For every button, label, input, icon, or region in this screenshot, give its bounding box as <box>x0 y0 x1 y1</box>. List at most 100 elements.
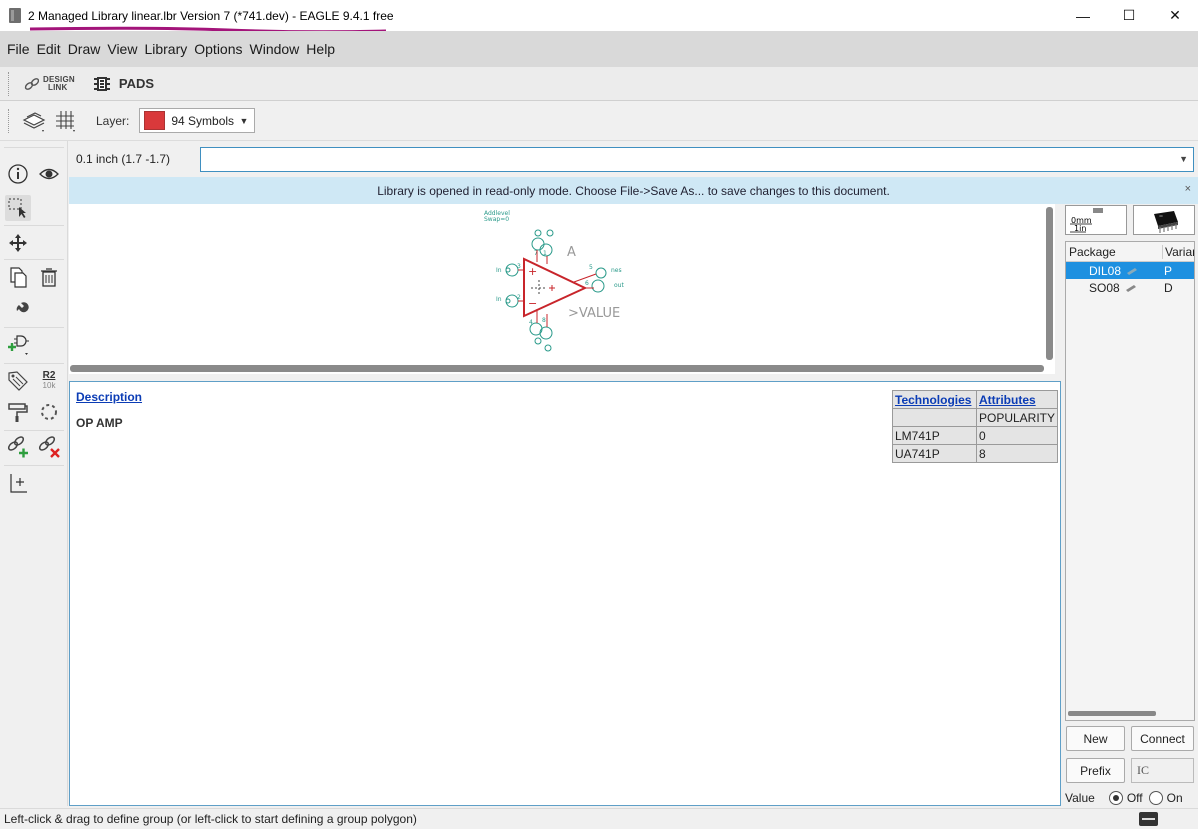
value-tool[interactable]: R2 10k <box>36 367 62 393</box>
command-line-input[interactable]: ▼ <box>200 146 1194 172</box>
link-icon <box>24 77 40 90</box>
svg-text:1: 1 <box>543 250 547 257</box>
menu-draw[interactable]: Draw <box>65 41 104 57</box>
value-off-radio[interactable] <box>1108 791 1123 805</box>
banner-text: Library is opened in read-only mode. Cho… <box>377 183 890 198</box>
group-select-icon <box>8 198 26 218</box>
prefix-field[interactable]: IC <box>1131 758 1194 783</box>
read-only-banner: Library is opened in read-only mode. Cho… <box>69 177 1198 204</box>
package-list-scrollbar[interactable] <box>1068 711 1156 716</box>
show-tool[interactable] <box>36 161 62 187</box>
add-tool[interactable] <box>5 332 31 358</box>
package-list: Package Variant DIL08 P SO08 D <box>1065 241 1195 721</box>
chevron-down-icon[interactable]: ▼ <box>1179 154 1188 164</box>
table-cell: LM741P <box>892 426 977 445</box>
attributes-header[interactable]: Attributes <box>975 390 1059 409</box>
toolbar-grip-2 <box>8 108 10 133</box>
menu-help[interactable]: Help <box>303 41 338 57</box>
layer-dropdown[interactable]: 94 Symbols ▼ <box>139 108 256 133</box>
prefix-button[interactable]: Prefix <box>1066 758 1125 783</box>
layer-label: Layer: <box>96 113 130 128</box>
package-row-so08[interactable]: SO08 D <box>1066 279 1194 296</box>
package-3d-preview[interactable] <box>1133 205 1195 235</box>
menu-options[interactable]: Options <box>191 41 245 57</box>
toolbox-separator <box>4 327 64 328</box>
coordinate-readout: 0.1 inch (1.7 -1.7) <box>76 152 171 166</box>
connect-tool[interactable] <box>5 434 31 460</box>
pads-label: PADS <box>118 76 155 91</box>
delete-tool[interactable] <box>36 264 62 290</box>
package-name: DIL08 <box>1089 263 1122 278</box>
description-text: OP AMP <box>76 416 123 430</box>
table-cell <box>892 408 977 427</box>
chip-icon <box>93 76 110 91</box>
mark-tool[interactable] <box>5 470 31 496</box>
pads-button[interactable]: PADS <box>93 75 154 93</box>
package-column-header[interactable]: Package <box>1066 245 1162 259</box>
copy-tool[interactable] <box>5 264 31 290</box>
info-tool[interactable] <box>5 161 31 187</box>
maximize-button[interactable]: ☐ <box>1106 0 1152 31</box>
layer-settings-button[interactable] <box>20 107 48 135</box>
rotate-tool[interactable] <box>36 399 62 425</box>
mm-inch-icon: 0mm 1in <box>1070 208 1103 233</box>
grid-icon <box>56 110 75 132</box>
toolbox-separator <box>4 259 64 260</box>
symbol-value-label: >VALUE <box>568 306 620 321</box>
grid-button[interactable] <box>52 107 80 135</box>
technologies-header[interactable]: Technologies <box>892 390 977 409</box>
menu-file[interactable]: File <box>4 41 33 57</box>
package-chip-icon <box>1125 284 1136 292</box>
package-row-dil08[interactable]: DIL08 P <box>1066 262 1194 279</box>
tool-palette: R2 10k <box>0 141 68 806</box>
add-part-icon <box>8 335 29 355</box>
package-panel: 0mm 1in Package Variant DIL08 P SO08 D <box>1061 204 1198 806</box>
toolbox-separator <box>4 363 64 364</box>
r2-value-icon: 10k <box>42 380 56 390</box>
value-on-label: On <box>1166 791 1183 805</box>
change-tool[interactable] <box>5 297 31 323</box>
symbol-preview-canvas[interactable]: Addlevel Swap=0 In In nes out 56 32 71 48 <box>69 204 1055 374</box>
move-tool[interactable] <box>5 230 31 256</box>
title-bar: 2 Managed Library linear.lbr Version 7 (… <box>0 0 1198 34</box>
menu-window[interactable]: Window <box>247 41 303 57</box>
close-button[interactable]: ✕ <box>1152 0 1198 31</box>
minimize-button[interactable]: — <box>1060 0 1106 31</box>
connect-button[interactable]: Connect <box>1131 726 1194 751</box>
symbol-name-label: A <box>567 245 576 260</box>
package-unit-preview[interactable]: 0mm 1in <box>1065 205 1127 235</box>
package-variant: P <box>1164 263 1173 278</box>
origin-mark-icon <box>10 474 27 493</box>
group-tool[interactable] <box>5 195 31 221</box>
table-row[interactable]: LM741P 0 <box>892 426 1059 445</box>
command-row: 0.1 inch (1.7 -1.7) ▼ <box>69 141 1198 177</box>
menu-edit[interactable]: Edit <box>34 41 64 57</box>
layer-color-swatch <box>144 111 166 130</box>
horizontal-scrollbar[interactable] <box>70 365 1044 372</box>
paint-roller-icon <box>8 403 28 422</box>
name-tool[interactable] <box>5 367 31 393</box>
value-toggle: Value Off On <box>1065 790 1198 806</box>
svg-text:out: out <box>614 282 624 289</box>
status-bar: Left-click & drag to define group (or le… <box>0 808 1198 829</box>
menu-view[interactable]: View <box>104 41 140 57</box>
toolbox-separator <box>4 147 64 148</box>
vertical-scrollbar[interactable] <box>1046 207 1053 360</box>
menu-library[interactable]: Library <box>141 41 190 57</box>
disconnect-tool[interactable] <box>36 434 62 460</box>
new-variant-button[interactable]: New <box>1066 726 1125 751</box>
close-icon[interactable]: × <box>1185 183 1191 195</box>
dip-chip-icon <box>1154 211 1178 233</box>
trash-icon <box>41 268 57 287</box>
wrench-icon <box>8 302 29 320</box>
technologies-table: Technologies Attributes POPULARITY LM741… <box>892 390 1059 463</box>
value-label: Value <box>1065 791 1095 805</box>
table-row[interactable]: UA741P 8 <box>892 444 1059 463</box>
description-link[interactable]: Description <box>76 390 142 404</box>
design-link-button[interactable]: DESIGN LINK <box>24 75 75 92</box>
toolbar-grip <box>8 71 10 96</box>
smash-tool[interactable] <box>5 399 31 425</box>
value-on-radio[interactable] <box>1148 791 1163 805</box>
variant-column-header[interactable]: Variant <box>1162 244 1194 259</box>
svg-text:4: 4 <box>529 319 533 326</box>
